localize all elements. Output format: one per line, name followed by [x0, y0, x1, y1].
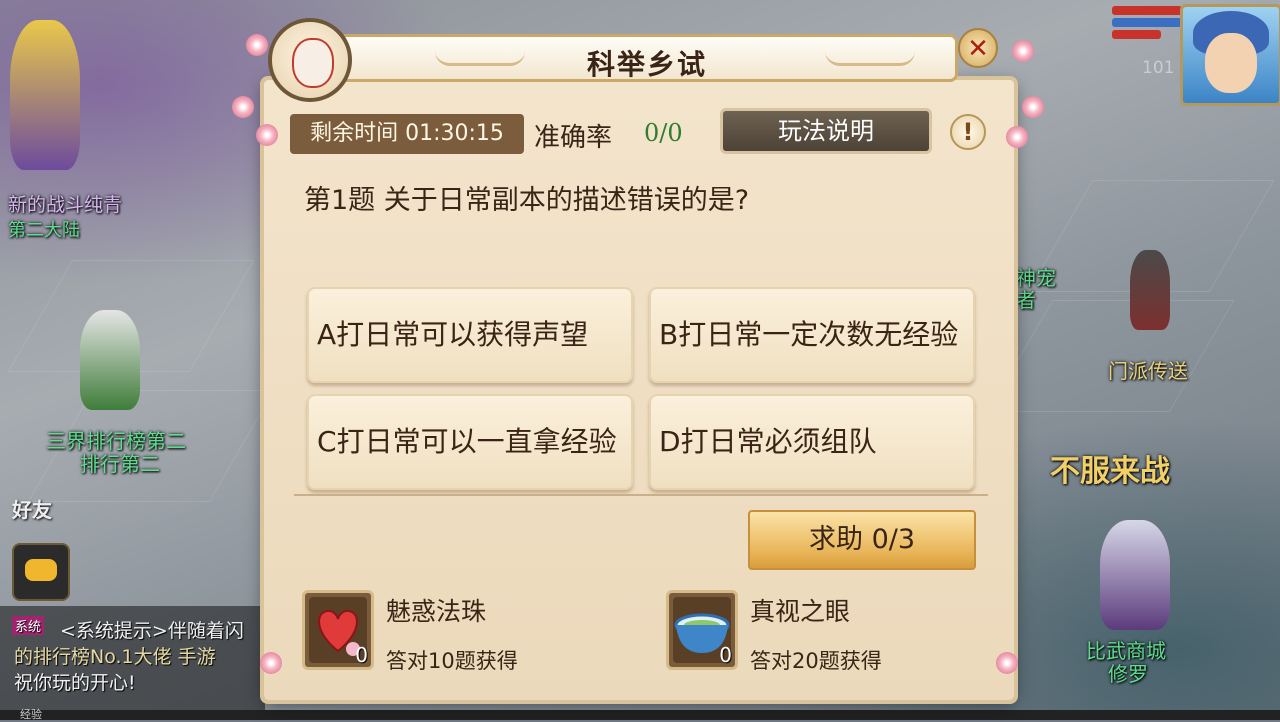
chat-bubble-icon [25, 559, 57, 581]
friends-button[interactable]: 好友 [12, 494, 52, 523]
mp-bar [1112, 18, 1182, 27]
hp-bar [1112, 6, 1182, 15]
accuracy-value: 0/0 [644, 119, 683, 147]
flower-ornament [246, 34, 268, 56]
seek-help-count: 0/3 [871, 524, 916, 555]
reward-count: 0 [355, 643, 368, 667]
flower-ornament [1022, 96, 1044, 118]
divider [294, 494, 988, 496]
remaining-time-box: 剩余时间 01:30:15 [290, 114, 524, 154]
accuracy-label: 准确率 [534, 123, 613, 153]
option-letter: D [659, 425, 681, 458]
flower-ornament [1006, 126, 1028, 148]
question-number: 第1题 [304, 185, 376, 216]
chat-channel-tag: 系统 [12, 616, 45, 635]
examiner-portrait [268, 18, 352, 102]
character-sprite[interactable] [1100, 520, 1170, 630]
exam-dialog [264, 80, 1014, 700]
flower-ornament [260, 652, 282, 674]
seek-help-label: 求助 [808, 524, 863, 555]
flower-ornament [996, 652, 1018, 674]
npc-teleport-label[interactable]: 门派传送 [1108, 355, 1188, 384]
flower-ornament [1012, 40, 1034, 62]
reward-condition: 答对20题获得 [750, 649, 882, 673]
avatar-face [1205, 33, 1257, 93]
chat-message: <系统提示>伴随着闪 [60, 620, 244, 642]
close-button[interactable]: ✕ [958, 28, 998, 68]
player-level: 101 [1142, 58, 1175, 78]
option-letter: B [659, 318, 679, 351]
character-sprite[interactable] [10, 20, 80, 170]
option-letter: C [317, 425, 337, 458]
flower-ornament [256, 124, 278, 146]
examiner-face-icon [292, 38, 334, 88]
flower-ornament [232, 96, 254, 118]
reward-name: 魅惑法珠 [386, 597, 487, 626]
character-sprite[interactable] [1130, 250, 1170, 330]
dialog-title: 科举乡试 [586, 48, 707, 81]
hp-mp-bars [1112, 6, 1182, 42]
question-body: 关于日常副本的描述错误的是? [383, 185, 750, 216]
timer-value: 01:30:15 [405, 121, 504, 146]
option-letter: A [317, 318, 337, 351]
answer-option-a[interactable]: A打日常可以获得声望 [307, 287, 633, 383]
chat-message: 祝你玩的开心! [14, 672, 136, 694]
chat-panel[interactable]: 系统 <系统提示>伴随着闪 的排行榜No.1大佬 手游 祝你玩的开心! [0, 606, 265, 714]
bowl-icon[interactable]: 0 [666, 590, 738, 670]
option-text: 打日常必须组队 [680, 425, 877, 458]
option-text: 打日常可以获得声望 [336, 318, 589, 351]
option-text: 打日常一定次数无经验 [678, 318, 959, 351]
heart-orb-icon[interactable]: 0 [302, 590, 374, 670]
seek-help-button[interactable]: 求助 0/3 [748, 510, 976, 570]
npc-name-label: 新的战斗纯青 [8, 194, 123, 216]
option-text: 打日常可以一直拿经验 [336, 425, 617, 458]
npc-title-label: 第二大陆 [8, 220, 80, 241]
rules-button[interactable]: 玩法说明 [720, 108, 932, 154]
answer-option-b[interactable]: B打日常一定次数无经验 [649, 287, 975, 383]
pet-hp-bar [1112, 30, 1161, 39]
npc-name-label: 修罗 [1108, 662, 1148, 686]
npc-name-label: 排行第二 [80, 452, 160, 476]
dialog-title-bar: 科举乡试 [336, 34, 958, 82]
timer-label: 剩余时间 [310, 121, 399, 146]
reward-name: 真视之眼 [750, 597, 851, 626]
reward-condition: 答对10题获得 [386, 649, 518, 673]
chat-message: 的排行榜No.1大佬 手游 [14, 646, 216, 668]
exclamation-icon[interactable]: ! [950, 114, 986, 150]
player-avatar[interactable] [1180, 4, 1280, 106]
npc-name-label: 者 [1016, 288, 1036, 312]
answer-option-c[interactable]: C打日常可以一直拿经验 [307, 394, 633, 490]
character-sprite[interactable] [80, 310, 140, 410]
reward-count: 0 [719, 643, 732, 667]
challenge-banner[interactable]: 不服来战 [1050, 446, 1170, 490]
answer-option-d[interactable]: D打日常必须组队 [649, 394, 975, 490]
question-text: 第1题 关于日常副本的描述错误的是? [304, 178, 749, 217]
exp-bar [0, 710, 1280, 720]
chat-button[interactable] [12, 543, 70, 601]
